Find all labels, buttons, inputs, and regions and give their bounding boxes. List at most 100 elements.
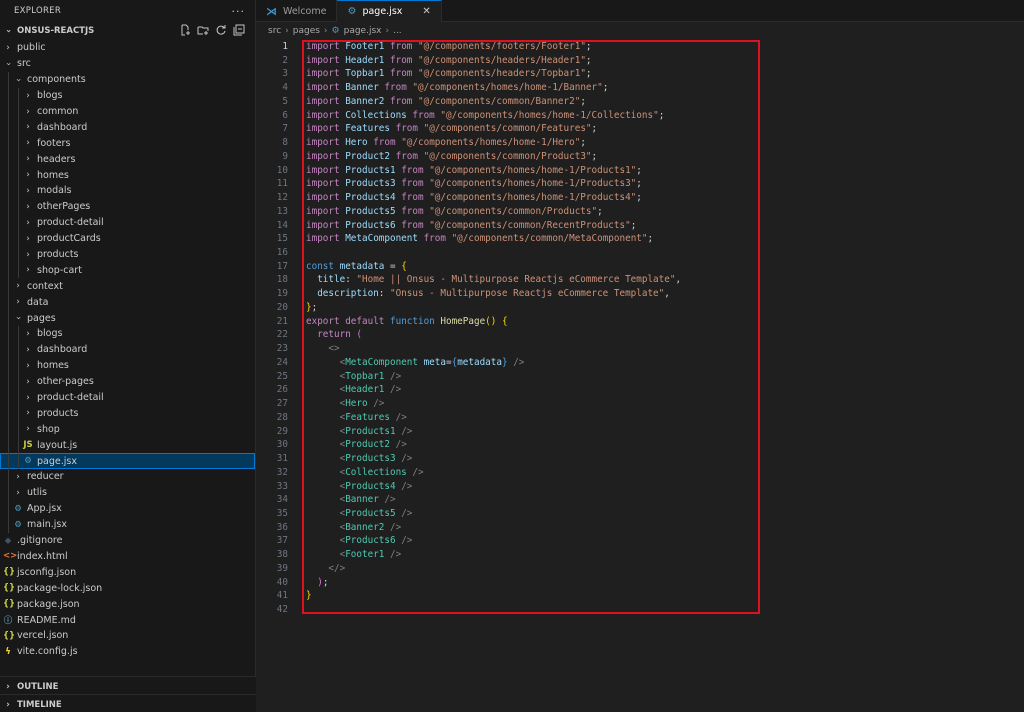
folder-item[interactable]: › components <box>0 71 255 88</box>
file-item[interactable]: ⚙ page.jsx <box>0 453 255 470</box>
code-line[interactable]: 23 <> <box>256 342 1024 356</box>
file-item[interactable]: {} vercel.json <box>0 628 255 644</box>
folder-item[interactable]: › reducer <box>0 469 255 485</box>
folder-item[interactable]: › public <box>0 40 255 56</box>
code-line[interactable]: 3 import Topbar1 from "@/components/heade… <box>256 67 1024 81</box>
code-line[interactable]: 5 import Banner2 from "@/components/commo… <box>256 95 1024 109</box>
code-line[interactable]: 10 import Products1 from "@/components/ho… <box>256 164 1024 178</box>
folder-item[interactable]: › productCards <box>0 230 255 247</box>
folder-item[interactable]: › otherPages <box>0 198 255 215</box>
code-line[interactable]: 39 </> <box>256 562 1024 576</box>
code-line[interactable]: 14 import Products6 from "@/components/co… <box>256 219 1024 233</box>
folder-item[interactable]: › shop <box>0 421 255 438</box>
code-line[interactable]: 13 import Products5 from "@/components/co… <box>256 205 1024 219</box>
code-editor[interactable]: 1 import Footer1 from "@/components/foote… <box>256 40 1024 617</box>
code-line[interactable]: 32 <Collections /> <box>256 466 1024 480</box>
new-file-icon[interactable] <box>179 24 191 36</box>
code-line[interactable]: 37 <Products6 /> <box>256 534 1024 548</box>
collapse-all-icon[interactable] <box>233 24 245 36</box>
code-line[interactable]: 11 import Products3 from "@/components/ho… <box>256 177 1024 191</box>
file-item[interactable]: ϟ vite.config.js <box>0 644 255 660</box>
folder-item[interactable]: › blogs <box>0 87 255 104</box>
code-line[interactable]: 2 import Header1 from "@/components/heade… <box>256 54 1024 68</box>
code-token: "@/components/homes/home-1/Products4" <box>429 192 637 204</box>
folder-item[interactable]: › other-pages <box>0 373 255 390</box>
folder-item[interactable]: › product-detail <box>0 389 255 406</box>
folder-item[interactable]: › data <box>0 294 255 311</box>
code-line[interactable]: 8 import Hero from "@/components/homes/ho… <box>256 136 1024 150</box>
code-line[interactable]: 28 <Features /> <box>256 411 1024 425</box>
project-header[interactable]: › ONSUS-REACTJS <box>0 22 255 40</box>
code-line[interactable]: 16 <box>256 246 1024 260</box>
folder-item[interactable]: › dashboard <box>0 341 255 358</box>
file-item[interactable]: {} package.json <box>0 596 255 612</box>
outline-panel-header[interactable]: › OUTLINE <box>0 676 256 696</box>
code-line[interactable]: 30 <Product2 /> <box>256 438 1024 452</box>
code-line[interactable]: 12 import Products4 from "@/components/ho… <box>256 191 1024 205</box>
breadcrumb-item[interactable]: src <box>268 26 281 36</box>
file-item[interactable]: {} jsconfig.json <box>0 564 255 580</box>
folder-item[interactable]: › blogs <box>0 326 255 342</box>
folder-item[interactable]: › headers <box>0 151 255 168</box>
code-line[interactable]: 15 import MetaComponent from "@/component… <box>256 232 1024 246</box>
code-line[interactable]: 22 return ( <box>256 328 1024 342</box>
timeline-panel-header[interactable]: › TIMELINE <box>0 694 256 712</box>
code-line[interactable]: 9 import Product2 from "@/components/comm… <box>256 150 1024 164</box>
code-line[interactable]: 38 <Footer1 /> <box>256 548 1024 562</box>
file-item[interactable]: <> index.html <box>0 549 255 565</box>
breadcrumb-item[interactable]: page.jsx <box>344 26 382 36</box>
code-line[interactable]: 4 import Banner from "@/components/homes/… <box>256 81 1024 95</box>
code-line[interactable]: 21 export default function HomePage() { <box>256 315 1024 329</box>
refresh-icon[interactable] <box>215 24 227 36</box>
code-line[interactable]: 24 <MetaComponent meta={metadata} /> <box>256 356 1024 370</box>
folder-item[interactable]: › modals <box>0 183 255 199</box>
code-line[interactable]: 18 title: "Home || Onsus - Multipurpose … <box>256 273 1024 287</box>
folder-item[interactable]: › homes <box>0 357 255 374</box>
folder-item[interactable]: › products <box>0 246 255 263</box>
code-line[interactable]: 31 <Products3 /> <box>256 452 1024 466</box>
code-line[interactable]: 7 import Features from "@/components/comm… <box>256 122 1024 136</box>
folder-item[interactable]: › products <box>0 405 255 422</box>
breadcrumb-item[interactable]: pages <box>293 26 320 36</box>
code-token: "Home || Onsus - Multipurpose Reactjs eC… <box>356 274 676 286</box>
code-line[interactable]: 19 description: "Onsus - Multipurpose Re… <box>256 287 1024 301</box>
folder-item[interactable]: › footers <box>0 135 255 152</box>
code-line[interactable]: 36 <Banner2 /> <box>256 521 1024 535</box>
file-item[interactable]: JS layout.js <box>0 437 255 454</box>
folder-item[interactable]: › common <box>0 103 255 120</box>
file-item[interactable]: ⓘ README.md <box>0 612 255 628</box>
code-line[interactable]: 27 <Hero /> <box>256 397 1024 411</box>
code-line[interactable]: 20}; <box>256 301 1024 315</box>
code-line[interactable]: 17 const metadata = { <box>256 260 1024 274</box>
file-item[interactable]: ⚙ main.jsx <box>0 516 255 533</box>
code-line[interactable]: 41} <box>256 589 1024 603</box>
code-line[interactable]: 6 import Collections from "@/components/h… <box>256 109 1024 123</box>
code-line[interactable]: 40 ); <box>256 576 1024 590</box>
code-line[interactable]: 34 <Banner /> <box>256 493 1024 507</box>
folder-item[interactable]: › utlis <box>0 484 255 501</box>
folder-item[interactable]: › src <box>0 56 255 72</box>
code-line[interactable]: 1 import Footer1 from "@/components/foote… <box>256 40 1024 54</box>
folder-item[interactable]: › dashboard <box>0 119 255 136</box>
folder-item[interactable]: › context <box>0 278 255 295</box>
breadcrumb-item[interactable]: ... <box>393 26 402 36</box>
file-item[interactable]: ◆ .gitignore <box>0 533 255 549</box>
file-item[interactable]: {} package-lock.json <box>0 580 255 596</box>
folder-item[interactable]: › homes <box>0 167 255 184</box>
code-line[interactable]: 29 <Products1 /> <box>256 425 1024 439</box>
code-line[interactable]: 25 <Topbar1 /> <box>256 370 1024 384</box>
code-token: "@/components/homes/home-1/Hero" <box>401 137 581 149</box>
new-folder-icon[interactable] <box>197 24 209 36</box>
code-line[interactable]: 26 <Header1 /> <box>256 383 1024 397</box>
more-actions-icon[interactable]: ··· <box>232 5 246 18</box>
folder-item[interactable]: › shop-cart <box>0 262 255 279</box>
code-line[interactable]: 42 <box>256 603 1024 617</box>
folder-item[interactable]: › product-detail <box>0 214 255 231</box>
folder-item[interactable]: › pages <box>0 310 255 327</box>
code-line[interactable]: 35 <Products5 /> <box>256 507 1024 521</box>
close-icon[interactable]: ✕ <box>422 6 430 17</box>
file-item[interactable]: ⚙ App.jsx <box>0 500 255 517</box>
tab-welcome[interactable]: ⋊ Welcome <box>256 0 338 22</box>
tab-page-jsx[interactable]: ⚙ page.jsx ✕ <box>337 0 442 22</box>
code-line[interactable]: 33 <Products4 /> <box>256 480 1024 494</box>
